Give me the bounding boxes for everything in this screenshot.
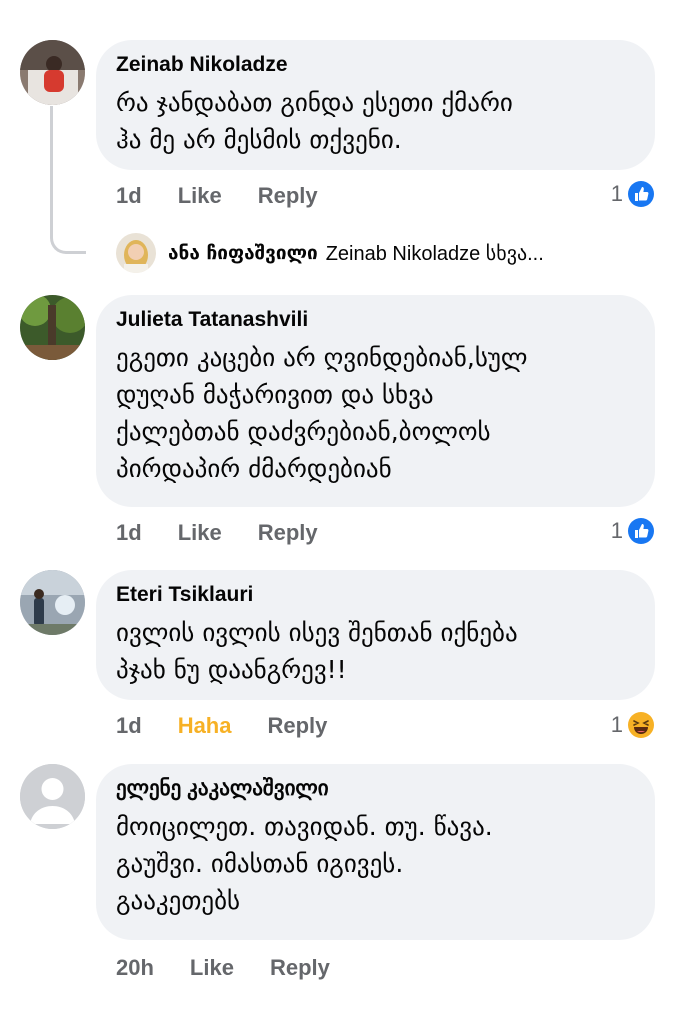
reply-button[interactable]: Reply: [258, 520, 318, 546]
reply-author: ანა ჩიფაშვილი: [168, 242, 318, 264]
comment-author[interactable]: Eteri Tsiklauri: [116, 580, 631, 610]
reply-button[interactable]: Reply: [267, 713, 327, 739]
comment-actions: 1d Haha Reply: [116, 708, 363, 744]
like-button[interactable]: Like: [178, 520, 222, 546]
reaction-count: 1: [610, 712, 623, 737]
like-button[interactable]: Like: [178, 183, 222, 209]
timestamp[interactable]: 1d: [116, 520, 142, 546]
avatar[interactable]: [20, 40, 85, 105]
avatar[interactable]: [20, 295, 85, 360]
timestamp[interactable]: 1d: [116, 183, 142, 209]
reaction-count: 1: [610, 518, 623, 543]
comment-actions: 1d Like Reply: [116, 515, 354, 551]
reply-preview[interactable]: ანა ჩიფაშვილი Zeinab Nikoladze სხვა...: [116, 232, 661, 274]
reaction-summary[interactable]: 1: [611, 176, 655, 212]
comment-text: ეგეთი კაცები არ ღვინდებიან,სულ დუღან მაჭ…: [116, 343, 528, 483]
like-button[interactable]: Like: [190, 955, 234, 981]
avatar[interactable]: [20, 570, 85, 635]
comment-bubble: Zeinab Nikoladze რა ჯანდაბათ გინდა ესეთი…: [96, 40, 655, 170]
comment-text: მოიცილეთ. თავიდან. თუ. წავა. გაუშვი. იმა…: [116, 812, 493, 915]
comment-actions: 20h Like Reply: [116, 950, 366, 986]
comment-bubble: ელენე კაკალაშვილი მოიცილეთ. თავიდან. თუ.…: [96, 764, 655, 940]
reaction-summary[interactable]: 1: [611, 707, 655, 743]
haha-button[interactable]: Haha: [178, 713, 232, 739]
haha-icon: [628, 712, 654, 738]
comment-author[interactable]: Julieta Tatanashvili: [116, 305, 631, 335]
reaction-summary[interactable]: 1: [611, 513, 655, 549]
like-icon: [628, 518, 654, 544]
reply-snippet: Zeinab Nikoladze სხვა...: [325, 242, 544, 265]
reply-button[interactable]: Reply: [270, 955, 330, 981]
comment-bubble: Julieta Tatanashvili ეგეთი კაცები არ ღვი…: [96, 295, 655, 507]
comment-bubble: Eteri Tsiklauri ივლის ივლის ისევ შენთან …: [96, 570, 655, 700]
comment-author[interactable]: Zeinab Nikoladze: [116, 50, 631, 80]
reply-button[interactable]: Reply: [258, 183, 318, 209]
timestamp[interactable]: 1d: [116, 713, 142, 739]
comment-author[interactable]: ელენე კაკალაშვილი: [116, 774, 631, 804]
reaction-count: 1: [610, 181, 623, 206]
timestamp[interactable]: 20h: [116, 955, 154, 981]
comment-actions: 1d Like Reply: [116, 178, 354, 214]
reply-avatar: [116, 233, 156, 273]
thread-connector: [50, 106, 86, 254]
comment-text: რა ჯანდაბათ გინდა ესეთი ქმარი ჰა მე არ მ…: [116, 88, 513, 154]
like-icon: [628, 181, 654, 207]
avatar[interactable]: [20, 764, 85, 829]
comment-text: ივლის ივლის ისევ შენთან იქნება პჯახ ნუ დ…: [116, 618, 518, 684]
